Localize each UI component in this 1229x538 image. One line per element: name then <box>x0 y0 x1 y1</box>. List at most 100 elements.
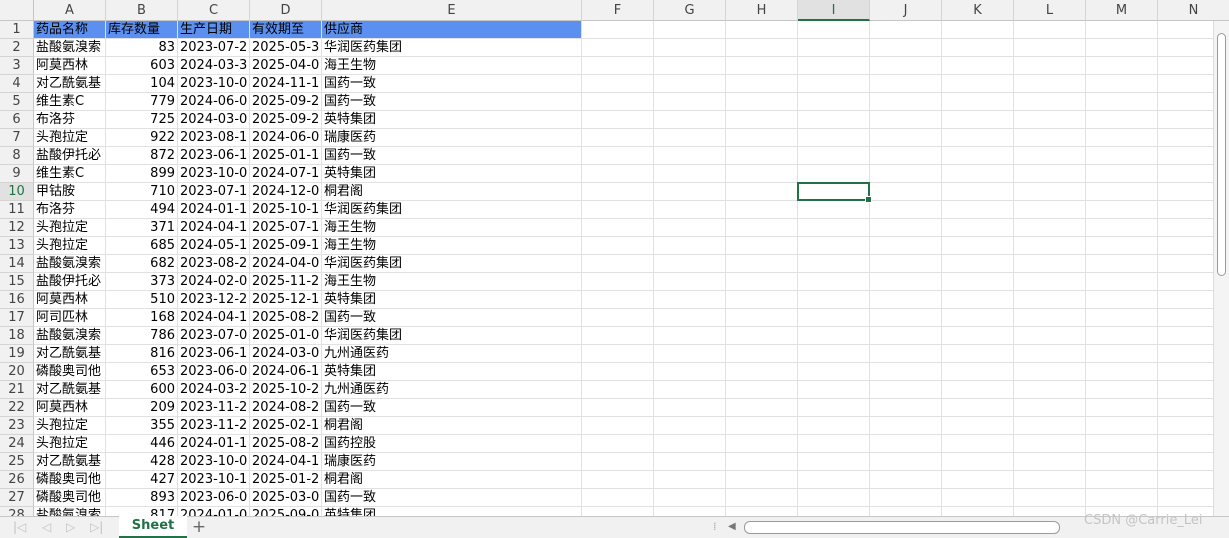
table-cell[interactable]: 国药一致 <box>322 147 582 165</box>
table-cell[interactable]: 国药一致 <box>322 75 582 93</box>
table-cell[interactable] <box>1158 21 1213 39</box>
table-cell[interactable] <box>798 21 870 39</box>
table-cell[interactable]: 2025-09-1 <box>250 237 322 255</box>
table-cell[interactable] <box>1014 273 1086 291</box>
table-cell[interactable] <box>726 21 798 39</box>
table-cell[interactable] <box>1014 183 1086 201</box>
table-cell[interactable] <box>654 219 726 237</box>
table-cell[interactable] <box>798 327 870 345</box>
table-cell[interactable]: 2025-01-2 <box>250 471 322 489</box>
table-cell[interactable] <box>870 291 942 309</box>
table-cell[interactable] <box>654 453 726 471</box>
table-cell[interactable]: 2024-12-0 <box>250 183 322 201</box>
table-cell[interactable] <box>1086 57 1158 75</box>
table-cell[interactable] <box>942 507 1014 516</box>
table-cell[interactable]: 海王生物 <box>322 57 582 75</box>
table-cell[interactable] <box>582 309 654 327</box>
table-cell[interactable] <box>654 111 726 129</box>
row-header[interactable]: 20 <box>0 363 34 381</box>
table-cell[interactable] <box>726 399 798 417</box>
table-cell[interactable] <box>942 309 1014 327</box>
column-header-c[interactable]: C <box>178 0 250 21</box>
table-cell[interactable] <box>1086 309 1158 327</box>
table-cell[interactable] <box>1014 255 1086 273</box>
table-cell[interactable] <box>870 57 942 75</box>
table-cell[interactable]: 头孢拉定 <box>34 219 106 237</box>
table-cell[interactable]: 2023-08-2 <box>178 255 250 273</box>
table-cell[interactable] <box>1014 75 1086 93</box>
table-cell[interactable] <box>798 507 870 516</box>
table-cell[interactable] <box>1158 273 1213 291</box>
table-cell[interactable]: 海王生物 <box>322 273 582 291</box>
table-cell[interactable] <box>582 291 654 309</box>
table-cell[interactable]: 685 <box>106 237 178 255</box>
scroll-left-icon[interactable]: ◀ <box>728 520 736 534</box>
row-header[interactable]: 22 <box>0 399 34 417</box>
table-cell[interactable] <box>870 75 942 93</box>
column-header-b[interactable]: B <box>106 0 178 21</box>
table-cell[interactable] <box>942 273 1014 291</box>
table-cell[interactable] <box>1086 183 1158 201</box>
table-cell[interactable]: 2024-03-3 <box>178 57 250 75</box>
table-cell[interactable]: 华润医药集团 <box>322 255 582 273</box>
table-cell[interactable]: 2023-06-0 <box>178 489 250 507</box>
table-cell[interactable] <box>726 57 798 75</box>
table-cell[interactable]: 2023-11-2 <box>178 399 250 417</box>
vertical-scrollbar[interactable] <box>1213 21 1229 516</box>
table-cell[interactable] <box>1014 219 1086 237</box>
horizontal-scroll-thumb[interactable] <box>744 521 1060 534</box>
table-cell[interactable]: 布洛芬 <box>34 111 106 129</box>
table-cell[interactable]: 2025-09-0 <box>250 507 322 516</box>
table-cell[interactable] <box>798 111 870 129</box>
row-header[interactable]: 7 <box>0 129 34 147</box>
table-cell[interactable] <box>1086 255 1158 273</box>
table-cell[interactable] <box>1014 129 1086 147</box>
table-cell[interactable] <box>1158 453 1213 471</box>
table-cell[interactable]: 华润医药集团 <box>322 39 582 57</box>
table-cell[interactable] <box>582 39 654 57</box>
column-header-h[interactable]: H <box>726 0 798 21</box>
table-cell[interactable]: 英特集团 <box>322 291 582 309</box>
table-cell[interactable]: 头孢拉定 <box>34 129 106 147</box>
table-cell[interactable] <box>582 237 654 255</box>
table-cell[interactable] <box>582 327 654 345</box>
table-cell[interactable] <box>870 471 942 489</box>
table-cell[interactable] <box>1014 111 1086 129</box>
table-cell[interactable]: 布洛芬 <box>34 201 106 219</box>
table-cell[interactable]: 682 <box>106 255 178 273</box>
table-cell[interactable] <box>654 75 726 93</box>
table-cell[interactable] <box>798 381 870 399</box>
table-cell[interactable]: 对乙酰氨基 <box>34 75 106 93</box>
table-cell[interactable]: 2025-09-2 <box>250 111 322 129</box>
table-cell[interactable] <box>1014 201 1086 219</box>
table-cell[interactable] <box>870 39 942 57</box>
row-header[interactable]: 5 <box>0 93 34 111</box>
table-cell[interactable] <box>1158 417 1213 435</box>
table-cell[interactable] <box>942 291 1014 309</box>
table-cell[interactable] <box>582 453 654 471</box>
table-cell[interactable] <box>870 93 942 111</box>
table-cell[interactable]: 494 <box>106 201 178 219</box>
table-cell[interactable] <box>654 435 726 453</box>
table-cell[interactable] <box>1014 453 1086 471</box>
table-cell[interactable]: 阿莫西林 <box>34 291 106 309</box>
table-cell[interactable] <box>582 129 654 147</box>
table-cell[interactable]: 786 <box>106 327 178 345</box>
table-cell[interactable] <box>1014 507 1086 516</box>
table-cell[interactable]: 2024-03-0 <box>250 345 322 363</box>
table-cell[interactable]: 2025-11-2 <box>250 273 322 291</box>
table-cell[interactable] <box>654 39 726 57</box>
table-cell[interactable] <box>582 183 654 201</box>
table-cell[interactable] <box>870 363 942 381</box>
table-cell[interactable]: 2025-05-3 <box>250 39 322 57</box>
table-cell[interactable] <box>798 345 870 363</box>
table-cell[interactable]: 国药一致 <box>322 399 582 417</box>
table-cell[interactable] <box>1158 489 1213 507</box>
table-cell[interactable] <box>1014 309 1086 327</box>
table-cell[interactable] <box>870 435 942 453</box>
table-cell[interactable] <box>726 381 798 399</box>
row-header[interactable]: 4 <box>0 75 34 93</box>
table-cell[interactable]: 2023-07-2 <box>178 39 250 57</box>
table-cell[interactable] <box>1158 219 1213 237</box>
table-cell[interactable] <box>726 471 798 489</box>
